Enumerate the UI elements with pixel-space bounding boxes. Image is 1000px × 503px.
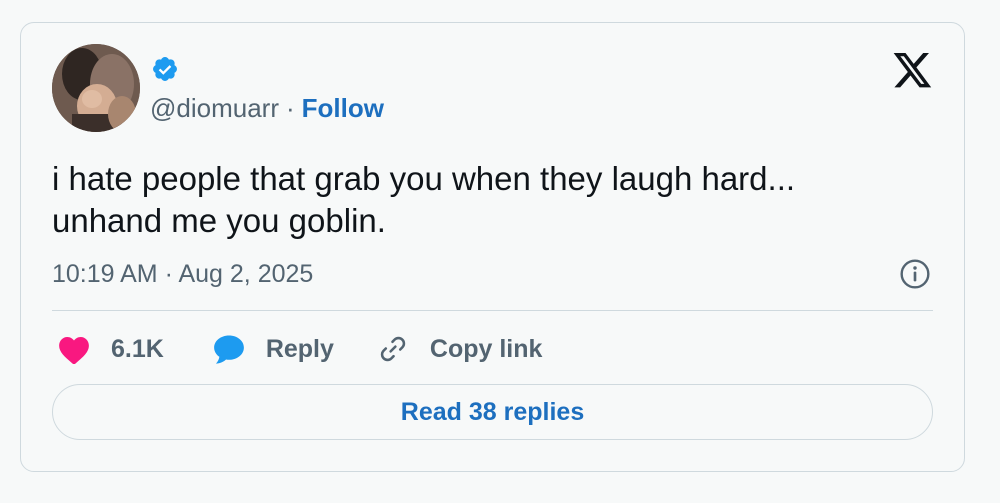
divider (52, 310, 933, 311)
read-replies-button[interactable]: Read 38 replies (52, 384, 933, 440)
tweet-text-line: i hate people that grab you when they la… (52, 160, 796, 197)
tweet-timestamp[interactable]: 10:19 AM · Aug 2, 2025 (52, 259, 313, 289)
like-button[interactable]: 6.1K (57, 333, 164, 365)
reply-button[interactable]: Reply (212, 333, 334, 365)
follow-button[interactable]: Follow (302, 93, 384, 123)
copy-link-button[interactable]: Copy link (376, 333, 543, 365)
x-logo-icon[interactable] (893, 53, 933, 89)
heart-icon (59, 336, 89, 365)
link-icon (380, 336, 406, 362)
like-count: 6.1K (111, 334, 164, 363)
verified-badge-icon (153, 57, 177, 81)
avatar[interactable] (52, 44, 140, 132)
user-line: @diomuarr · Follow (150, 92, 384, 124)
action-bar: 6.1K Reply Copy link (57, 330, 542, 368)
user-handle[interactable]: @diomuarr (150, 93, 279, 123)
reply-label: Reply (265, 334, 334, 363)
embedded-tweet-card: @diomuarr · Follow i hate people that grab… (20, 22, 965, 472)
avatar-photo (52, 44, 140, 132)
speech-bubble-icon (213, 335, 244, 364)
info-icon[interactable] (899, 258, 931, 290)
separator-dot: · (285, 93, 295, 123)
tweet-text-line: unhand me you goblin. (52, 202, 386, 239)
copy-link-label: Copy link (429, 334, 543, 363)
tweet-text: i hate people that grab you when they la… (52, 158, 912, 242)
